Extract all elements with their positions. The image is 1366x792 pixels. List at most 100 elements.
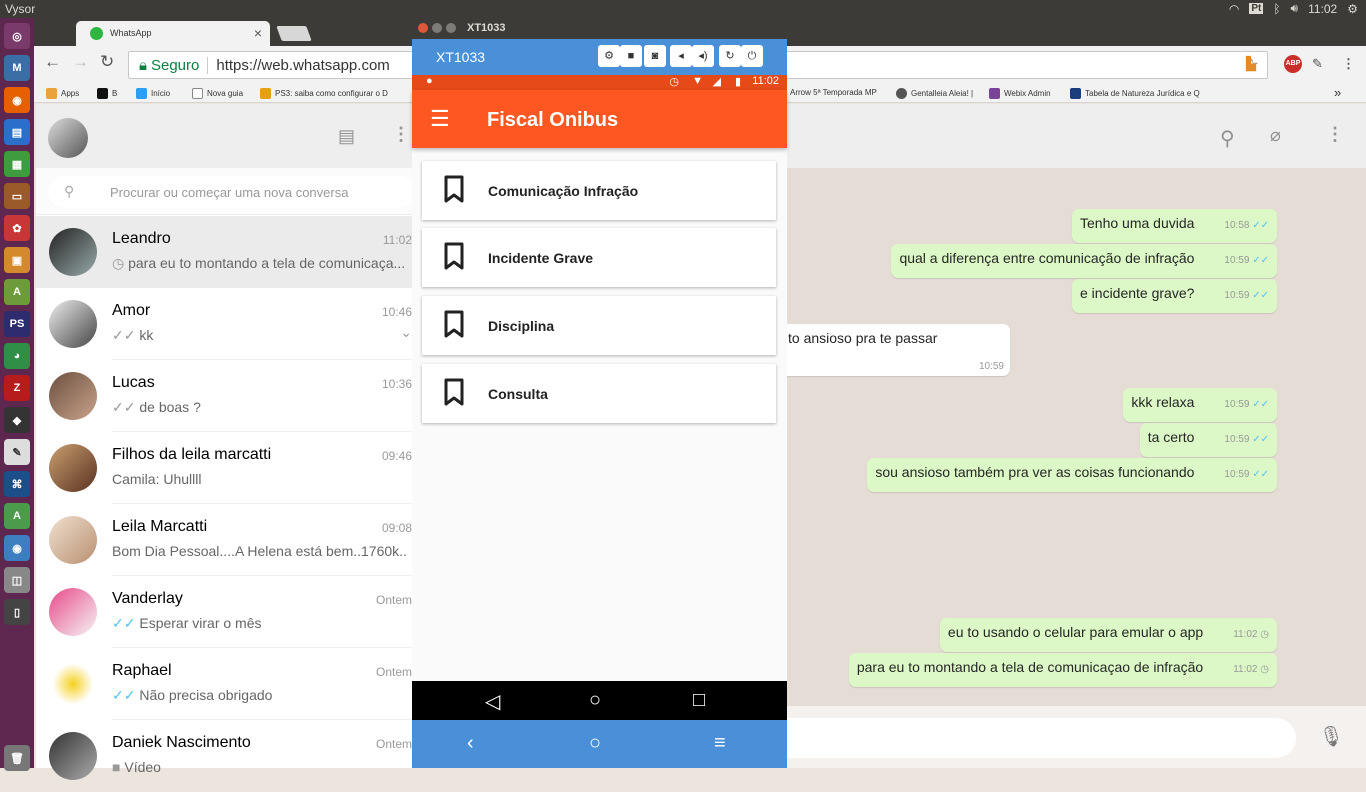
menu-card-disciplina[interactable]: Disciplina: [422, 296, 776, 355]
archive-icon[interactable]: ▣: [4, 247, 30, 273]
volume-down-icon[interactable]: ◂: [670, 45, 692, 67]
workbench-icon[interactable]: ⌘: [4, 471, 30, 497]
software-icon[interactable]: ✿: [4, 215, 30, 241]
bookmark-b[interactable]: B: [97, 88, 117, 99]
vysor-emulator-window: XT1033 XT1033 ⚙ ■ ◙ ◂ ◂) ↻ ⏻ ● ◷ ▼ ◢ ▮ 1…: [412, 18, 787, 768]
search-icon[interactable]: ⚲: [1220, 126, 1235, 151]
message-bubble-incoming[interactable]: to ansioso pra te passar 10:59: [780, 324, 1010, 376]
android-recents-icon[interactable]: □: [693, 689, 705, 712]
tab-whatsapp[interactable]: WhatsApp ×: [76, 21, 270, 46]
settings-gear-icon[interactable]: ⚙: [1347, 2, 1358, 16]
message-bubble-outgoing[interactable]: para eu to montando a tela de comunicaça…: [848, 653, 1277, 687]
wifi-icon[interactable]: ◠: [1229, 2, 1239, 16]
vysor-icon[interactable]: ◉: [4, 535, 30, 561]
new-tab-button[interactable]: [276, 26, 312, 41]
volume-icon[interactable]: 🔊︎: [1291, 1, 1299, 16]
calc-icon[interactable]: ▦: [4, 151, 30, 177]
clock[interactable]: 11:02: [1308, 2, 1337, 16]
bookmark-arrow[interactable]: Arrow 5ª Temporada MP: [790, 88, 877, 97]
message-bubble-outgoing[interactable]: sou ansioso também pra ver as coisas fun…: [867, 458, 1277, 492]
tab-title: WhatsApp: [110, 28, 152, 38]
chat-item-raphael[interactable]: Raphael Ontem ✓✓ Não precisa obrigado: [36, 648, 416, 720]
settings-gear-icon[interactable]: ⚙: [598, 45, 620, 67]
close-window-button[interactable]: [418, 23, 428, 33]
android-home-icon[interactable]: ○: [589, 689, 601, 712]
back-icon[interactable]: ‹: [467, 732, 474, 755]
message-bubble-outgoing[interactable]: e incidente grave? 10:59 ✓✓: [1072, 279, 1277, 313]
firefox-icon[interactable]: ◉: [4, 87, 30, 113]
files-icon[interactable]: ▭: [4, 183, 30, 209]
chat-item-amor[interactable]: Amor 10:46 ✓✓ kk ⌄: [36, 288, 416, 360]
eyedropper-icon[interactable]: ✎: [1312, 56, 1323, 72]
bluetooth-icon[interactable]: ᛒ: [1273, 2, 1280, 16]
keyboard-layout[interactable]: Pt: [1249, 3, 1264, 14]
forward-arrow-icon[interactable]: →: [72, 52, 89, 72]
minimize-window-button[interactable]: [432, 23, 442, 33]
message-bubble-outgoing[interactable]: ta certo 10:59 ✓✓: [1139, 423, 1277, 457]
trash-icon[interactable]: 🗑︎: [4, 745, 30, 771]
search-input[interactable]: ⚲ Procurar ou começar uma nova conversa: [48, 176, 416, 208]
chat-item-lucas[interactable]: Lucas 10:36 ✓✓ de boas ?: [36, 360, 416, 432]
menu-icon[interactable]: ≡: [714, 732, 726, 755]
menu-dots-icon[interactable]: ⋮: [392, 124, 410, 145]
new-chat-icon[interactable]: ▤: [338, 126, 355, 147]
bookmark-tabela[interactable]: Tabela de Natureza Jurídica e Q: [1070, 88, 1200, 99]
chrome-menu-icon[interactable]: ⋮: [1342, 56, 1355, 72]
chat-item-filhos-da-leila[interactable]: Filhos da leila marcatti 09:46 Camila: U…: [36, 432, 416, 504]
android-icon[interactable]: A: [4, 503, 30, 529]
record-video-icon[interactable]: ■: [620, 45, 642, 67]
screenshot-icon[interactable]: ◫: [4, 567, 30, 593]
bookmark-ps3[interactable]: PS3: saiba como configurar o D: [260, 88, 388, 99]
chevron-down-icon[interactable]: ⌄: [400, 324, 412, 341]
maximize-window-button[interactable]: [446, 23, 456, 33]
window-title: XT1033: [467, 22, 506, 34]
extension-icon[interactable]: ▙: [1246, 56, 1256, 72]
attach-paperclip-icon[interactable]: ⌀: [1270, 125, 1281, 146]
writer-icon[interactable]: ▤: [4, 119, 30, 145]
message-bubble-outgoing[interactable]: qual a diferença entre comunicação de in…: [891, 244, 1277, 278]
chat-item-leila-marcatti[interactable]: Leila Marcatti 09:08 Bom Dia Pessoal....…: [36, 504, 416, 576]
menu-dots-icon[interactable]: ⋮: [1326, 124, 1344, 145]
phpstorm-icon[interactable]: PS: [4, 311, 30, 337]
dash-icon[interactable]: ◎: [4, 23, 30, 49]
message-input[interactable]: [786, 718, 1296, 758]
my-avatar[interactable]: [48, 118, 88, 158]
microphone-icon[interactable]: 🎙︎: [1319, 724, 1344, 749]
bookmark-inicio[interactable]: Início: [136, 88, 170, 99]
chat-item-leandro[interactable]: Leandro 11:02 ◷ para eu to montando a te…: [36, 216, 416, 288]
bookmark-nova-guia[interactable]: Nova guia: [192, 88, 243, 99]
chrome-icon[interactable]: ◕: [4, 343, 30, 369]
bookmarks-overflow[interactable]: »: [1334, 85, 1341, 100]
bookmark-gentalleia[interactable]: Gentalleia Aleia! |: [896, 88, 973, 99]
close-tab-icon[interactable]: ×: [254, 25, 262, 41]
url-text[interactable]: https://web.whatsapp.com: [216, 57, 389, 74]
bookmark-webix[interactable]: Webix Admin: [989, 88, 1051, 99]
chat-item-daniek[interactable]: Daniek Nascimento Ontem ■ Vídeo: [36, 720, 416, 792]
menu-card-consulta[interactable]: Consulta: [422, 364, 776, 423]
phone-icon[interactable]: ▯: [4, 599, 30, 625]
menu-card-comunicacao-infracao[interactable]: Comunicação Infração: [422, 161, 776, 220]
adblock-plus-icon[interactable]: ABP: [1284, 55, 1302, 73]
home-icon[interactable]: ○: [589, 732, 601, 755]
android-back-icon[interactable]: ◁: [485, 689, 500, 714]
volume-up-icon[interactable]: ◂): [692, 45, 714, 67]
reload-icon[interactable]: ↻: [100, 52, 114, 72]
message-bubble-outgoing[interactable]: kkk relaxa 10:59 ✓✓: [1123, 388, 1277, 422]
power-icon[interactable]: ⏻: [741, 45, 763, 67]
camera-icon[interactable]: ◙: [644, 45, 666, 67]
message-bubble-outgoing[interactable]: eu to usando o celular para emular o app…: [939, 618, 1277, 652]
rotate-icon[interactable]: ↻: [719, 45, 741, 67]
android-studio-icon[interactable]: A: [4, 279, 30, 305]
pending-clock-icon: ◷: [1260, 629, 1269, 640]
bookmark-apps[interactable]: Apps: [46, 88, 79, 99]
text-editor-icon[interactable]: ✎: [4, 439, 30, 465]
launcher: ◎ M ◉ ▤ ▦ ▭ ✿ ▣ A PS ◕ Z ◆ ✎ ⌘ A ◉ ◫ ▯ 🗑…: [0, 18, 34, 771]
message-bubble-outgoing[interactable]: Tenho uma duvida 10:58 ✓✓: [1072, 209, 1277, 243]
filezilla-icon[interactable]: Z: [4, 375, 30, 401]
chat-item-vanderlay[interactable]: Vanderlay Ontem ✓✓ Esperar virar o mês: [36, 576, 416, 648]
app-icon[interactable]: M: [4, 55, 30, 81]
hamburger-menu-icon[interactable]: ☰: [430, 106, 450, 132]
app-icon-dark[interactable]: ◆: [4, 407, 30, 433]
menu-card-incidente-grave[interactable]: Incidente Grave: [422, 228, 776, 287]
back-arrow-icon[interactable]: ←: [44, 52, 61, 72]
